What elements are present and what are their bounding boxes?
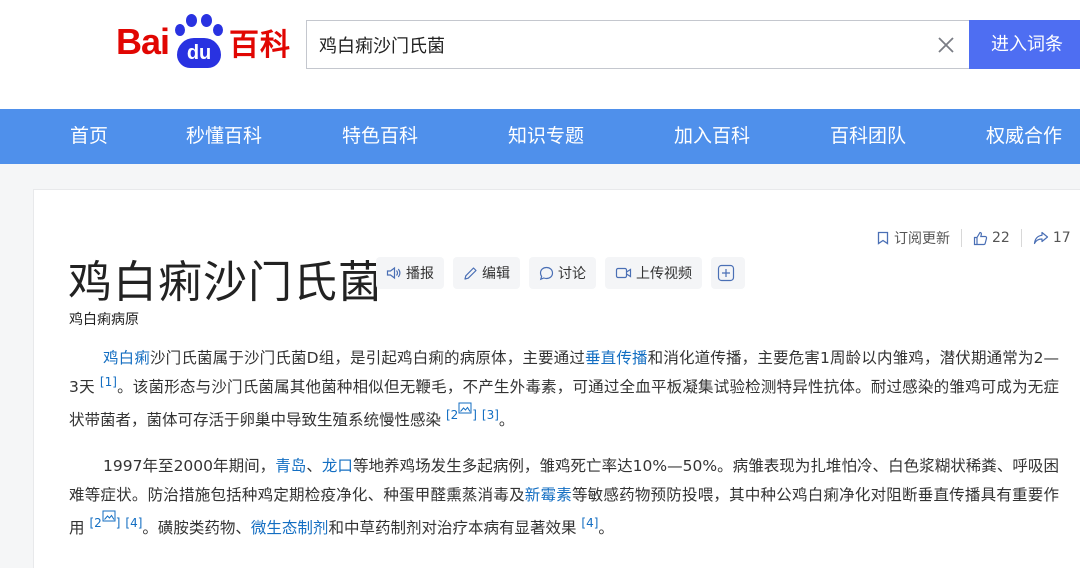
reference-2-label: [2 [89,516,102,530]
text-segment: 。磺胺类药物、 [142,519,251,538]
link-qingdao[interactable]: 青岛 [275,457,306,475]
edit-button[interactable]: 编辑 [453,257,520,289]
text-segment: 沙门氏菌属于沙门氏菌D组，是引起鸡白痢的病原体，主要通过 [150,349,586,367]
pencil-icon [464,266,477,280]
main-nav: 首页 秒懂百科 特色百科 知识专题 加入百科 百科团队 权威合作 [0,109,1080,164]
link-probiotics[interactable]: 微生态制剂 [251,519,329,537]
nav-item-featured[interactable]: 特色百科 [342,109,418,164]
text-segment: 。该菌形态与沙门氏菌属其他菌种相似但无鞭毛，不产生外毒素，可通过全血平板凝集试验… [69,378,1059,430]
text-segment: 1997年至2000年期间， [103,457,276,475]
video-camera-icon [615,267,632,279]
reference-2-close: ] [472,408,477,422]
subscribe-label: 订阅更新 [894,231,950,247]
share-icon [1033,231,1048,245]
nav-item-miaodong[interactable]: 秒懂百科 [186,109,262,164]
reference-2-close: ] [115,516,121,530]
upload-video-label: 上传视频 [636,266,692,282]
divider [961,229,962,247]
speaker-icon [386,266,401,280]
link-neomycin[interactable]: 新霉素 [525,486,572,504]
nav-item-home[interactable]: 首页 [70,109,108,164]
link-jibaili[interactable]: 鸡白痢 [103,349,150,367]
nav-item-authority[interactable]: 权威合作 [986,109,1062,164]
edit-label: 编辑 [482,266,510,282]
logo-text-bai: Bai [116,21,170,62]
like-button[interactable]: 22 [973,230,1010,246]
link-longkou[interactable]: 龙口 [322,457,353,475]
search-input[interactable] [307,21,927,68]
like-count: 22 [992,230,1010,246]
site-header: Bai du 百科 进入词条 [0,0,1080,109]
reference-4[interactable]: [4] [581,516,598,530]
entry-title: 鸡白痢沙门氏菌 [68,257,383,308]
reference-2-label: [2 [445,408,459,422]
logo-text-baike: 百科 [229,28,292,63]
reference-3[interactable]: [3] [482,408,499,422]
more-button[interactable] [711,257,745,289]
reference-2[interactable]: [2] [89,510,121,530]
share-button[interactable]: 17 [1033,230,1071,246]
image-icon [458,402,472,414]
summary-paragraph-2: 1997年至2000年期间，青岛、龙口等地养鸡场发生多起病例，雏鸡死亡率达10%… [69,452,1059,543]
enter-entry-button[interactable]: 进入词条 [969,20,1080,69]
discuss-button[interactable]: 讨论 [529,257,596,289]
text-segment: 、 [306,457,322,475]
thumbs-up-icon [973,231,988,245]
paw-icon: du [171,14,227,70]
bookmark-icon [877,231,889,245]
divider [1020,229,1022,247]
chat-bubble-icon [539,266,554,280]
text-segment: 。 [598,519,614,538]
nav-item-join[interactable]: 加入百科 [674,109,750,164]
discuss-label: 讨论 [558,266,586,282]
plus-icon [717,264,735,282]
text-segment: 。 [498,411,515,430]
reference-4[interactable]: [4] [125,516,142,530]
reference-2[interactable]: [2] [445,402,477,422]
entry-subtitle: 鸡白痢病原 [69,312,139,328]
broadcast-label: 播报 [406,266,434,282]
clear-icon[interactable] [935,34,957,56]
nav-item-team[interactable]: 百科团队 [830,109,906,164]
logo-text-du: du [177,38,222,68]
search-box [306,20,969,69]
baidu-baike-logo[interactable]: Bai du 百科 [116,14,291,70]
link-vertical-transmission[interactable]: 垂直传播 [585,349,648,367]
image-icon [102,510,116,522]
entry-tools: 播报 编辑 讨论 上传视频 [376,257,745,289]
reference-1[interactable]: [1] [100,375,117,389]
summary-paragraph-1: 鸡白痢沙门氏菌属于沙门氏菌D组，是引起鸡白痢的病原体，主要通过垂直传播和消化道传… [69,344,1059,435]
broadcast-button[interactable]: 播报 [376,257,444,289]
upload-video-button[interactable]: 上传视频 [605,257,702,289]
share-count: 17 [1052,230,1071,246]
text-segment: 和中草药制剂对治疗本病有显著效果 [328,519,577,538]
nav-item-topics[interactable]: 知识专题 [508,109,584,164]
entry-actions: 订阅更新 22 17 [876,226,1071,250]
subscribe-button[interactable]: 订阅更新 [876,228,950,248]
